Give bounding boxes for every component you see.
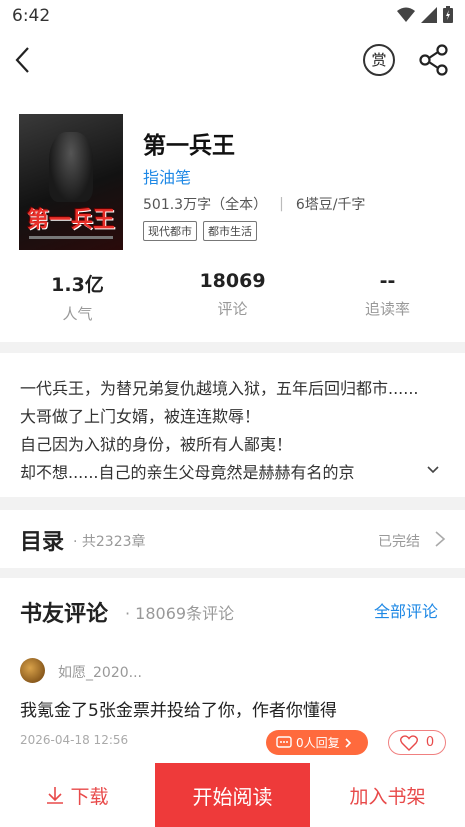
cover-figure	[49, 132, 93, 202]
completion-status: 已完结	[378, 534, 420, 550]
book-cover[interactable]: 第一兵王	[19, 114, 123, 250]
reply-button[interactable]: 0人回复	[266, 730, 368, 755]
intro-line: 却不想......自己的亲生父母竟然是赫赫有名的京	[20, 463, 355, 482]
stat-label: 追读率	[364, 300, 410, 318]
author-link[interactable]: 指油笔	[143, 164, 191, 188]
chevron-right-icon	[435, 531, 446, 547]
download-label: 下载	[70, 785, 109, 808]
comment-username[interactable]: 如愿_2020...	[58, 662, 142, 682]
intro-line: 一代兵王，为替兄弟复仇越境入狱，五年后回归都市......	[20, 379, 419, 398]
tag[interactable]: 都市生活	[203, 221, 257, 241]
stat-follow-rate: -- 追读率	[310, 270, 465, 324]
like-button[interactable]: 0	[388, 730, 446, 755]
intro-line: 自己因为入狱的身份，被所有人鄙夷！	[20, 435, 293, 454]
reply-count: 0人回复	[296, 736, 340, 750]
back-button[interactable]	[12, 44, 36, 76]
comments-count: · 18069条评论	[125, 604, 235, 623]
comment-date: 2026-04-18 12:56	[20, 733, 129, 747]
word-count: 501.3万字（全本）	[143, 197, 268, 213]
status-icons	[397, 6, 453, 23]
stat-value: 18069	[199, 270, 266, 292]
signal-icon	[421, 6, 437, 23]
battery-icon	[443, 6, 453, 23]
book-stats: 1.3亿 人气 18069 评论 -- 追读率	[0, 270, 465, 324]
message-icon	[276, 735, 292, 748]
catalog-title: 目录	[20, 530, 65, 555]
stat-value: --	[379, 270, 396, 292]
chevron-down-icon[interactable]	[426, 463, 440, 477]
stat-value: 1.3亿	[51, 274, 104, 296]
meta-divider: |	[279, 196, 284, 212]
wifi-icon	[397, 7, 415, 22]
download-icon	[47, 787, 64, 804]
comment-text[interactable]: 我氪金了5张金票并投给了你，作者你懂得	[20, 696, 337, 721]
top-nav: 赏	[0, 32, 465, 90]
all-comments-link[interactable]: 全部评论	[374, 598, 438, 622]
comments-section: 书友评论 · 18069条评论 全部评论 如愿_2020... 我氪金了5张金票…	[0, 578, 465, 763]
comments-title: 书友评论	[20, 602, 109, 627]
chapter-count: · 共2323章	[73, 534, 146, 550]
book-card: 第一兵王 第一兵王 指油笔 501.3万字（全本） | 6塔豆/千字 现代都市 …	[0, 90, 465, 342]
book-intro[interactable]: 一代兵王，为替兄弟复仇越境入狱，五年后回归都市...... 大哥做了上门女婿，被…	[0, 353, 465, 497]
cover-decoration	[29, 236, 113, 239]
tag-list: 现代都市 都市生活	[143, 221, 257, 241]
share-icon[interactable]	[418, 44, 450, 76]
reward-button[interactable]: 赏	[363, 44, 395, 76]
stat-label: 人气	[62, 305, 93, 323]
book-title: 第一兵王	[143, 133, 235, 159]
status-time: 6:42	[12, 6, 51, 26]
bottom-action-bar: 下载 开始阅读 加入书架	[0, 763, 465, 827]
stat-popularity: 1.3亿 人气	[0, 270, 155, 324]
catalog-row[interactable]: 目录 · 共2323章 已完结	[0, 510, 465, 568]
heart-icon	[399, 734, 418, 751]
add-to-shelf-button[interactable]: 加入书架	[310, 763, 465, 827]
cover-title: 第一兵王	[26, 208, 115, 233]
start-reading-button[interactable]: 开始阅读	[155, 763, 310, 827]
stat-label: 评论	[217, 300, 248, 318]
stat-comments[interactable]: 18069 评论	[155, 270, 310, 324]
download-button[interactable]: 下载	[0, 763, 155, 827]
status-bar: 6:42	[0, 0, 465, 32]
price-rate: 6塔豆/千字	[295, 197, 366, 213]
like-count: 0	[425, 735, 435, 750]
avatar[interactable]	[20, 658, 45, 683]
tag[interactable]: 现代都市	[143, 221, 197, 241]
intro-line: 大哥做了上门女婿，被连连欺辱！	[20, 407, 261, 426]
book-meta: 501.3万字（全本） | 6塔豆/千字	[143, 194, 365, 214]
chevron-right-icon	[345, 737, 351, 748]
